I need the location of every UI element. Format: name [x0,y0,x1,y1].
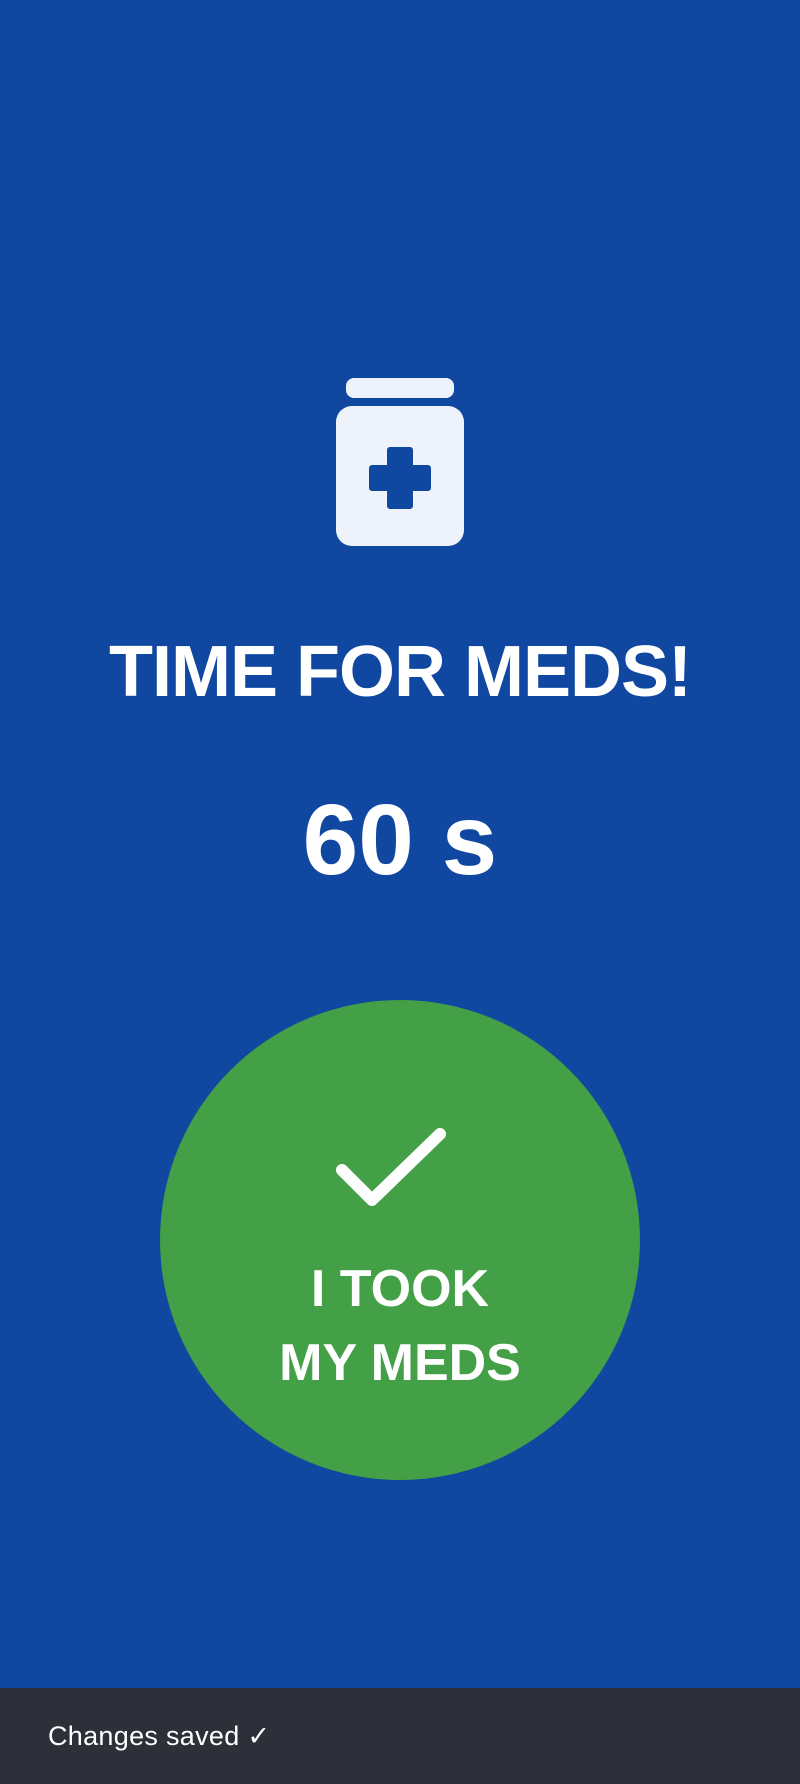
took-meds-label-line2: MY MEDS [279,1334,521,1392]
alert-title: TIME FOR MEDS! [109,632,692,712]
meds-reminder-screen: TIME FOR MEDS! 60 s I TOOK MY MEDS Chang… [0,0,800,1784]
took-meds-label: I TOOK MY MEDS [160,1252,640,1400]
snackbar-message: Changes saved ✓ [48,1721,271,1751]
medicine-bottle-icon [336,378,464,546]
countdown-timer: 60 s [302,784,498,896]
snackbar: Changes saved ✓ [0,1688,800,1784]
took-meds-label-line1: I TOOK [310,1260,490,1318]
checkmark-icon [336,1128,446,1206]
took-meds-button[interactable]: I TOOK MY MEDS [160,1000,640,1480]
